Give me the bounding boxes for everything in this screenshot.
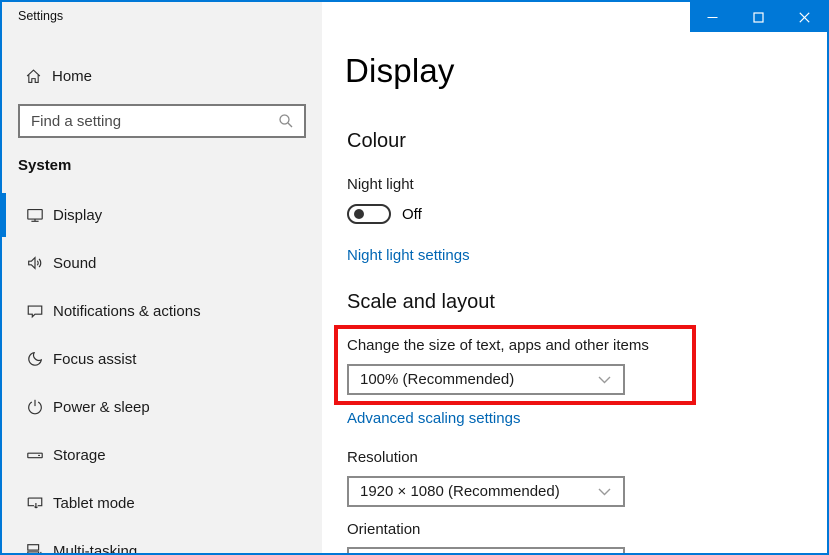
scale-layout-heading: Scale and layout	[347, 291, 495, 314]
orientation-dropdown[interactable]	[347, 547, 625, 555]
sidebar-item-sound[interactable]: Sound	[2, 239, 322, 287]
settings-window: Settings Home System	[0, 0, 829, 555]
power-icon	[26, 398, 44, 416]
orientation-label: Orientation	[347, 521, 420, 538]
night-light-settings-link[interactable]: Night light settings	[347, 247, 470, 264]
sidebar-item-label: Multi-tasking	[53, 543, 137, 555]
night-light-state: Off	[402, 206, 422, 223]
main-content: Display Colour Night light Off Night lig…	[322, 2, 827, 553]
sidebar-item-label: Home	[52, 68, 92, 85]
night-light-toggle[interactable]	[347, 204, 391, 224]
minimize-button[interactable]	[690, 2, 736, 32]
sidebar-item-label: Power & sleep	[53, 399, 150, 416]
titlebar-caption-area	[690, 2, 827, 32]
chevron-down-icon	[598, 488, 611, 496]
scale-dropdown[interactable]: 100% (Recommended)	[347, 364, 625, 395]
window-title: Settings	[18, 9, 63, 23]
search-input[interactable]	[20, 113, 278, 130]
resolution-label: Resolution	[347, 449, 418, 466]
sidebar-item-label: Display	[53, 207, 102, 224]
sidebar-item-label: Notifications & actions	[53, 303, 201, 320]
sidebar-item-storage[interactable]: Storage	[2, 431, 322, 479]
sidebar-item-label: Tablet mode	[53, 495, 135, 512]
sidebar-item-multitasking[interactable]: Multi-tasking	[2, 527, 322, 555]
change-size-label: Change the size of text, apps and other …	[347, 337, 649, 354]
sidebar-item-label: Sound	[53, 255, 96, 272]
search-box[interactable]	[18, 104, 306, 138]
tablet-mode-icon	[26, 494, 44, 512]
page-title: Display	[345, 52, 455, 90]
sidebar: Settings Home System	[2, 2, 322, 553]
chevron-down-icon	[598, 376, 611, 384]
search-icon[interactable]	[278, 113, 294, 129]
storage-icon	[26, 446, 44, 464]
notifications-icon	[26, 302, 44, 320]
sidebar-item-home[interactable]: Home	[2, 62, 322, 90]
colour-heading: Colour	[347, 130, 406, 153]
sidebar-nav: Display Sound Notifications &	[2, 191, 322, 555]
multitasking-icon	[26, 542, 44, 555]
night-light-label: Night light	[347, 176, 414, 193]
close-button[interactable]	[781, 2, 827, 32]
advanced-scaling-link[interactable]: Advanced scaling settings	[347, 410, 520, 427]
scale-dropdown-value: 100% (Recommended)	[349, 371, 598, 388]
home-icon	[24, 67, 42, 85]
sidebar-item-notifications[interactable]: Notifications & actions	[2, 287, 322, 335]
sidebar-item-focus-assist[interactable]: Focus assist	[2, 335, 322, 383]
display-icon	[26, 206, 44, 224]
sidebar-item-label: Focus assist	[53, 351, 136, 368]
resolution-dropdown-value: 1920 × 1080 (Recommended)	[349, 483, 598, 500]
sidebar-item-display[interactable]: Display	[2, 191, 322, 239]
sidebar-item-label: Storage	[53, 447, 106, 464]
sidebar-item-tablet-mode[interactable]: Tablet mode	[2, 479, 322, 527]
selected-accent-bar	[2, 193, 6, 237]
resolution-dropdown[interactable]: 1920 × 1080 (Recommended)	[347, 476, 625, 507]
focus-assist-icon	[26, 350, 44, 368]
sound-icon	[26, 254, 44, 272]
toggle-knob	[354, 209, 364, 219]
sidebar-item-power-sleep[interactable]: Power & sleep	[2, 383, 322, 431]
maximize-button[interactable]	[736, 2, 782, 32]
sidebar-section-system: System	[18, 157, 71, 174]
